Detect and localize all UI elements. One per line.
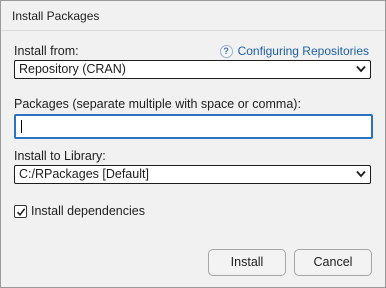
packages-input[interactable] [16,116,371,137]
install-from-label: Install from: [14,44,79,58]
install-from-value: Repository (CRAN) [19,62,126,76]
configuring-repositories-link[interactable]: ? Configuring Repositories [219,43,369,59]
question-circle-icon[interactable]: ? [219,44,233,58]
checkmark-icon [16,208,26,217]
cancel-button[interactable]: Cancel [294,249,372,276]
chevron-down-icon [356,170,366,178]
configuring-repositories-text[interactable]: Configuring Repositories [238,44,369,58]
packages-label: Packages (separate multiple with space o… [14,97,301,111]
dialog-titlebar[interactable]: Install Packages [1,1,385,31]
install-dependencies-label[interactable]: Install dependencies [31,204,145,218]
install-to-library-label: Install to Library: [14,149,106,163]
install-button[interactable]: Install [208,249,286,276]
chevron-down-icon [356,65,366,73]
text-cursor [21,120,22,133]
install-from-select[interactable]: Repository (CRAN) [14,60,371,79]
dialog-title: Install Packages [12,9,100,23]
install-packages-dialog: Install Packages Install from: ? Configu… [0,0,386,288]
library-select[interactable]: C:/RPackages [Default] [14,165,371,184]
packages-field[interactable] [14,114,373,139]
install-dependencies-checkbox[interactable] [14,205,27,218]
library-value: C:/RPackages [Default] [19,167,149,181]
